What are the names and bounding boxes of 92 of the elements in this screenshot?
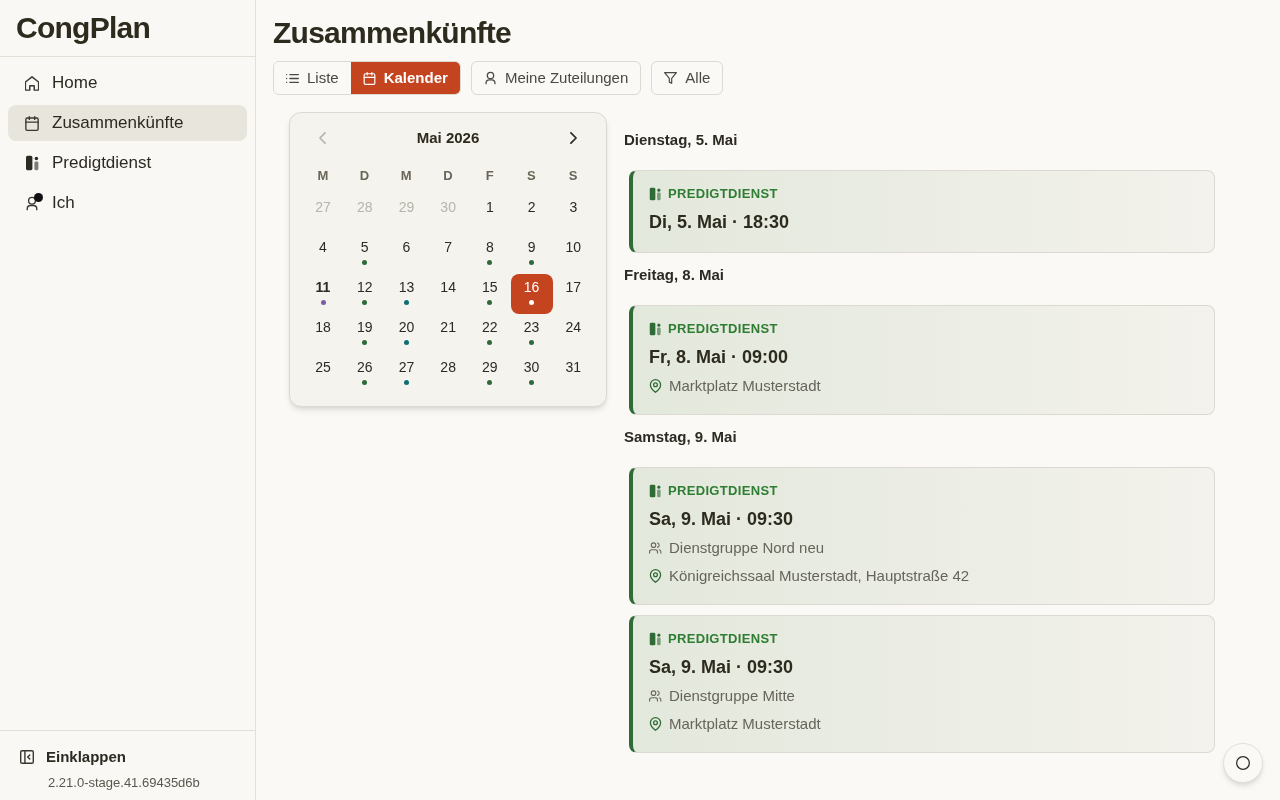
home-icon bbox=[25, 75, 39, 91]
calendar-day[interactable]: 2 bbox=[510, 194, 553, 234]
panel-person-icon bbox=[25, 155, 39, 171]
calendar-day[interactable]: 22 bbox=[468, 314, 511, 354]
weekday-label: M bbox=[400, 167, 412, 186]
nav-item[interactable]: Home bbox=[8, 65, 247, 101]
panel-collapse-icon bbox=[20, 750, 34, 764]
calendar-icon bbox=[25, 115, 39, 131]
calendar-day[interactable]: 23 bbox=[510, 314, 553, 354]
event-card[interactable]: PREDIGTDIENST Di, 5. Mai · 18:30 bbox=[629, 170, 1215, 253]
floating-action-button[interactable] bbox=[1223, 743, 1263, 783]
weekday-label: S bbox=[527, 167, 536, 186]
date-heading: Freitag, 8. Mai bbox=[624, 265, 726, 285]
weekday-label: F bbox=[485, 167, 494, 186]
nav-item[interactable]: Ich bbox=[8, 185, 247, 221]
chevron-right-icon bbox=[570, 132, 578, 144]
nav-item[interactable]: Predigtdienst bbox=[8, 145, 247, 181]
calendar-day[interactable]: 29 bbox=[468, 354, 511, 394]
calendar-day[interactable]: 13 bbox=[385, 274, 428, 314]
page-title: Zusammenkünfte bbox=[273, 15, 512, 51]
weekday-label: D bbox=[359, 167, 370, 186]
event-card[interactable]: PREDIGTDIENST Fr, 8. Mai · 09:00 Marktplatz Musterstadt bbox=[629, 305, 1215, 415]
user-icon bbox=[483, 71, 497, 85]
calendar-day[interactable]: 25 bbox=[302, 354, 344, 394]
calendar-day[interactable]: 4 bbox=[302, 234, 344, 274]
calendar-day[interactable]: 27 bbox=[385, 354, 428, 394]
calendar-day[interactable]: 21 bbox=[427, 314, 470, 354]
version-text: 2.21.0-stage.41.69435d6b bbox=[47, 774, 201, 792]
weekday-label: S bbox=[568, 167, 578, 186]
assignments-button[interactable]: Meine Zuteilungen bbox=[470, 61, 642, 95]
calendar-day[interactable]: 17 bbox=[552, 274, 595, 314]
event-title: Sa, 9. Mai · 09:30 bbox=[649, 656, 795, 679]
map-pin-icon bbox=[649, 379, 662, 393]
category-label: PREDIGTDIENST bbox=[668, 630, 778, 649]
calendar-day[interactable]: 9 bbox=[510, 234, 553, 274]
view-tab[interactable]: Kalender bbox=[350, 62, 460, 94]
chevron-left-icon bbox=[318, 132, 326, 144]
location-text: Königreichssaal Musterstadt, Hauptstraße 42 bbox=[669, 565, 970, 586]
calendar-day[interactable]: 31 bbox=[552, 354, 595, 394]
calendar-day[interactable]: 24 bbox=[552, 314, 595, 354]
calendar-day[interactable]: 11 bbox=[302, 274, 344, 314]
panel-person-icon bbox=[649, 484, 661, 498]
filter-button[interactable]: Alle bbox=[651, 61, 724, 95]
calendar-day[interactable]: 3 bbox=[552, 194, 595, 234]
group-text: Dienstgruppe Mitte bbox=[669, 685, 795, 706]
location-text: Marktplatz Musterstadt bbox=[669, 375, 821, 396]
list-icon bbox=[286, 71, 299, 85]
people-icon bbox=[649, 690, 662, 702]
calendar-day[interactable]: 14 bbox=[427, 274, 470, 314]
panel-person-icon bbox=[649, 187, 661, 201]
month-title: Mai 2026 bbox=[416, 127, 480, 148]
user-icon bbox=[25, 195, 39, 211]
calendar-day[interactable]: 20 bbox=[385, 314, 428, 354]
category-label: PREDIGTDIENST bbox=[668, 320, 778, 339]
category-label: PREDIGTDIENST bbox=[668, 482, 778, 501]
nav-item[interactable]: Zusammenkünfte bbox=[8, 105, 247, 141]
map-pin-icon bbox=[649, 569, 662, 583]
calendar-day[interactable]: 12 bbox=[343, 274, 386, 314]
weekday-label: M bbox=[317, 167, 329, 186]
circle-icon bbox=[1236, 756, 1250, 770]
date-heading: Samstag, 9. Mai bbox=[624, 427, 738, 447]
app-title: CongPlan bbox=[16, 10, 150, 46]
calendar-day[interactable]: 30 bbox=[510, 354, 553, 394]
panel-person-icon bbox=[649, 322, 661, 336]
collapse-button[interactable]: Einklappen bbox=[20, 747, 127, 767]
calendar-day[interactable]: 1 bbox=[468, 194, 511, 234]
calendar-day[interactable]: 8 bbox=[468, 234, 511, 274]
calendar-day[interactable]: 28 bbox=[427, 354, 470, 394]
calendar-day[interactable]: 16 bbox=[510, 274, 553, 314]
calendar-day[interactable]: 7 bbox=[427, 234, 470, 274]
calendar-day[interactable]: 18 bbox=[302, 314, 344, 354]
calendar-day[interactable]: 26 bbox=[343, 354, 386, 394]
calendar-icon bbox=[362, 71, 376, 85]
calendar-day[interactable]: 15 bbox=[468, 274, 511, 314]
calendar-day[interactable]: 5 bbox=[343, 234, 386, 274]
panel-person-icon bbox=[649, 632, 661, 646]
weekday-label: D bbox=[443, 167, 453, 186]
people-icon bbox=[649, 542, 662, 554]
event-title: Sa, 9. Mai · 09:30 bbox=[649, 508, 795, 531]
event-card[interactable]: PREDIGTDIENST Sa, 9. Mai · 09:30 Dienstgruppe Nord neu Königreichssaal Musterstadt, Hauptstraße 42 bbox=[629, 467, 1215, 605]
map-pin-icon bbox=[649, 717, 662, 731]
event-title: Fr, 8. Mai · 09:00 bbox=[649, 346, 790, 369]
event-title: Di, 5. Mai · 18:30 bbox=[649, 211, 791, 234]
filter-icon bbox=[664, 71, 678, 85]
calendar-day[interactable]: 6 bbox=[385, 234, 428, 274]
date-heading: Dienstag, 5. Mai bbox=[624, 130, 739, 150]
group-text: Dienstgruppe Nord neu bbox=[669, 537, 825, 558]
category-label: PREDIGTDIENST bbox=[668, 185, 778, 204]
calendar-day[interactable]: 10 bbox=[552, 234, 595, 274]
location-text: Marktplatz Musterstadt bbox=[669, 713, 821, 734]
calendar-day[interactable]: 19 bbox=[343, 314, 386, 354]
event-card[interactable]: PREDIGTDIENST Sa, 9. Mai · 09:30 Dienstgruppe Mitte Marktplatz Musterstadt bbox=[629, 615, 1215, 753]
